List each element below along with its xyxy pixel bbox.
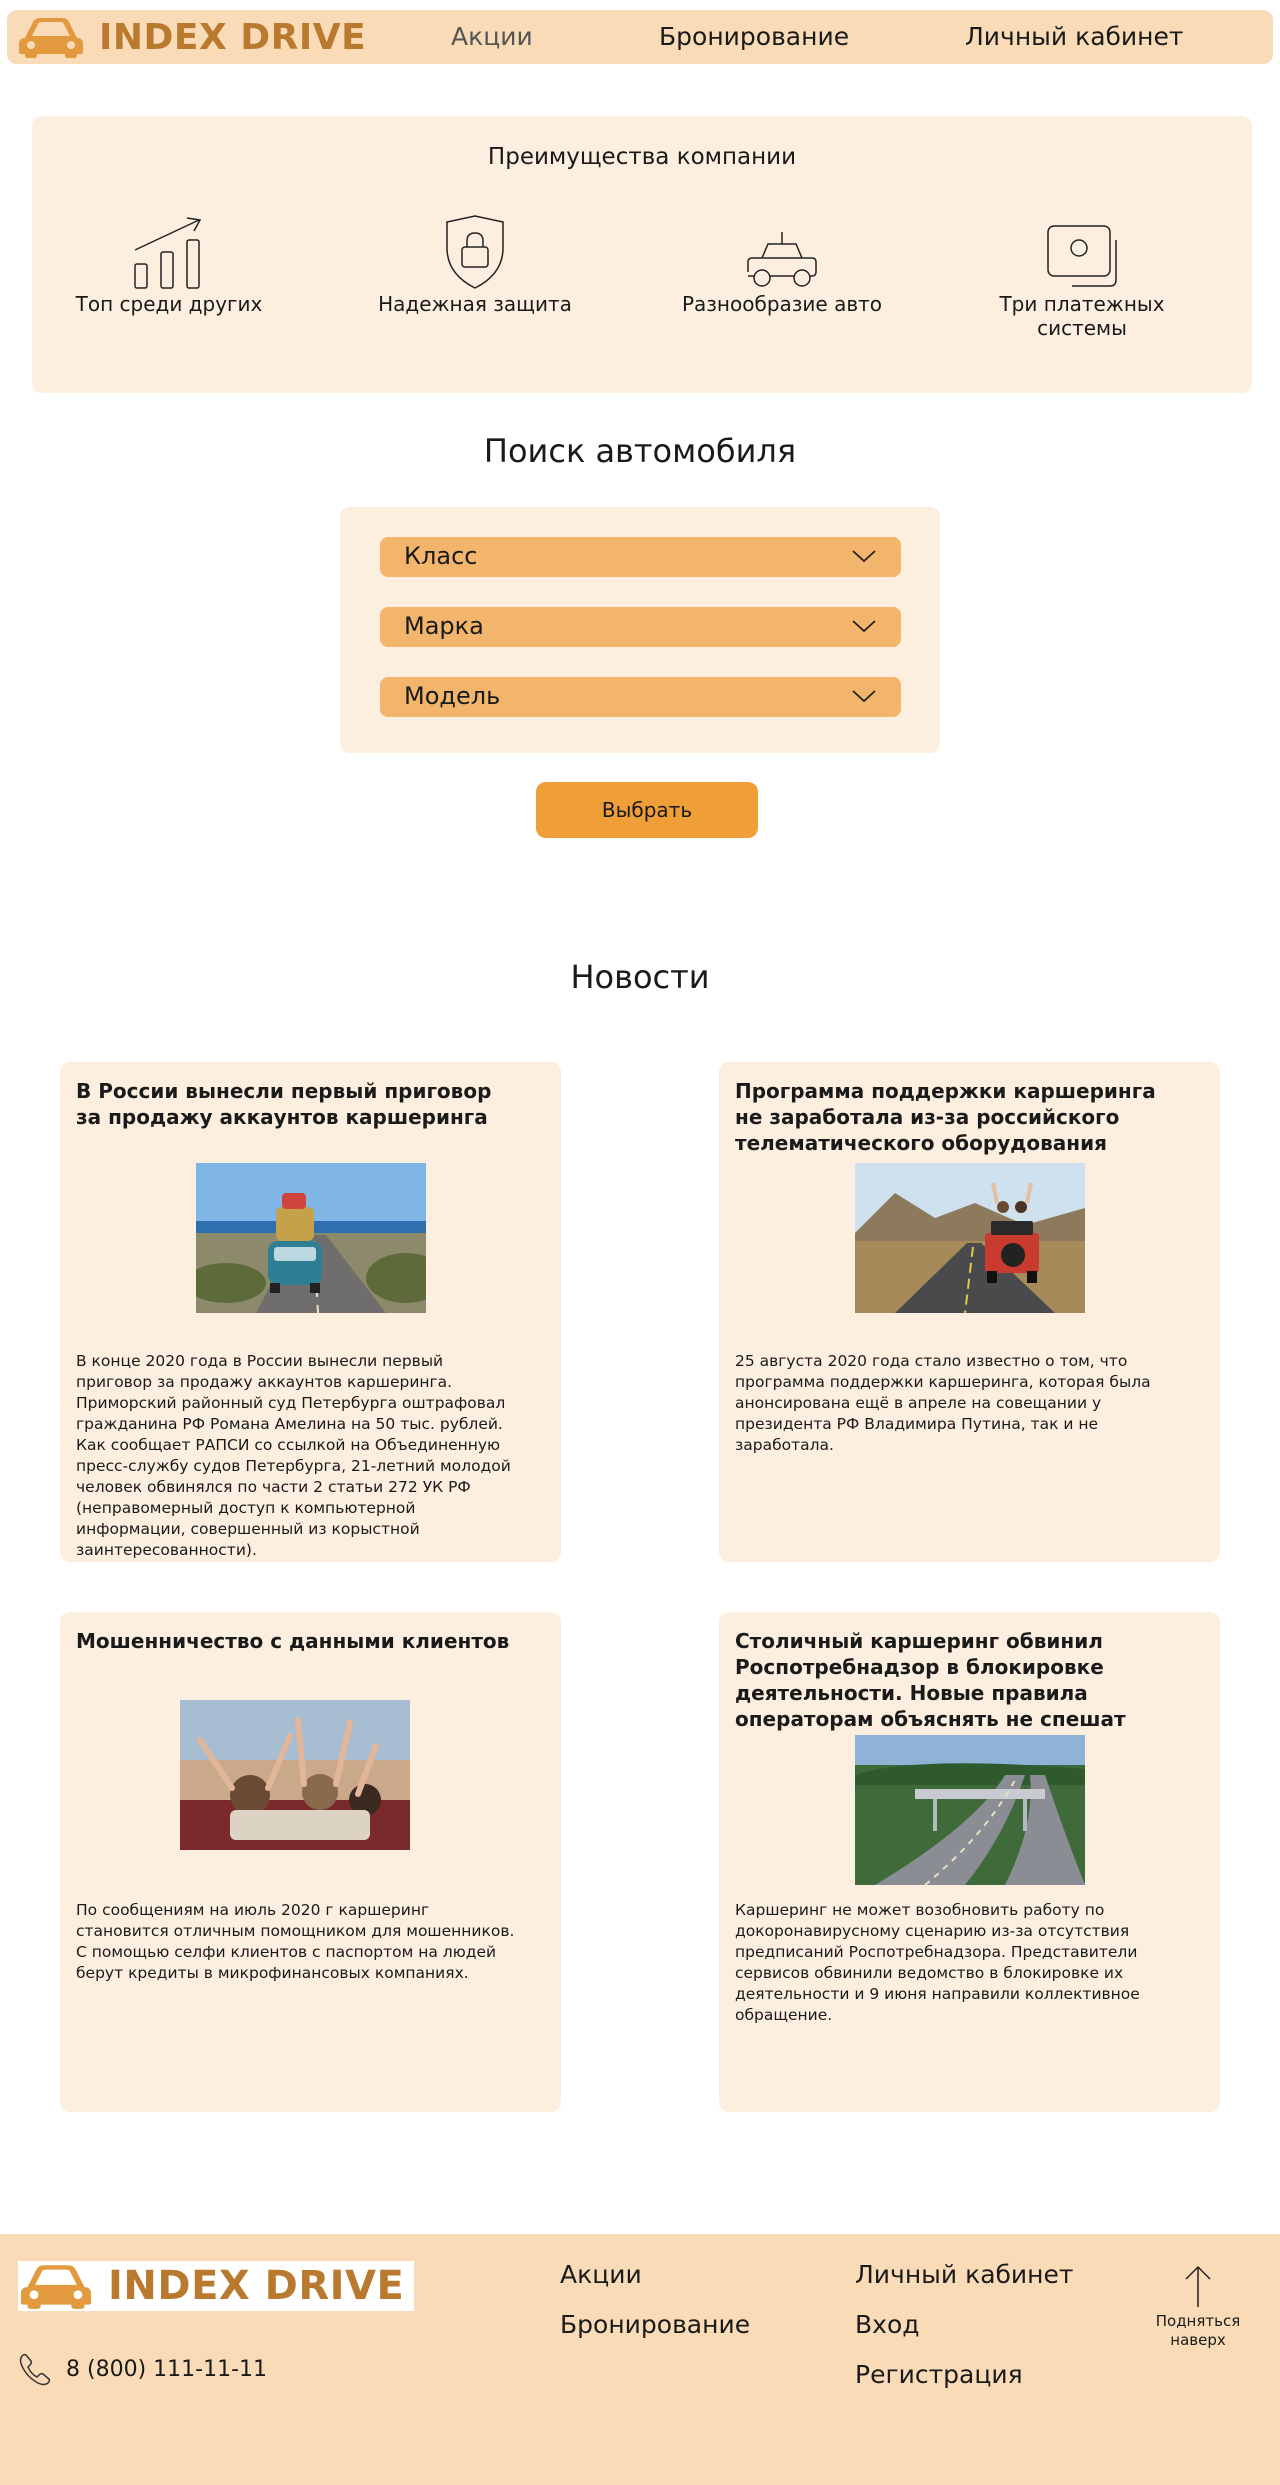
news-card-image bbox=[855, 1735, 1085, 1885]
header-logo[interactable]: INDEX DRIVE bbox=[17, 16, 366, 58]
car-icon bbox=[747, 232, 817, 287]
news-card-text: Каршеринг не может возобновить работу по… bbox=[735, 1900, 1175, 2026]
footer-phone-number: 8 (800) 111-11-11 bbox=[66, 2356, 267, 2382]
advantage-label: Топ среди других bbox=[75, 292, 263, 316]
choose-button[interactable]: Выбрать bbox=[536, 782, 758, 838]
footer-link-account[interactable]: Личный кабинет bbox=[855, 2260, 1073, 2289]
footer-link-register[interactable]: Регистрация bbox=[855, 2360, 1023, 2389]
news-card-paragraph: С помощью селфи клиентов с паспортом на … bbox=[76, 1943, 497, 1982]
chevron-down-icon bbox=[852, 620, 876, 633]
news-card-text: В конце 2020 года в России вынесли первы… bbox=[76, 1351, 516, 1561]
arrow-up-icon bbox=[1185, 2265, 1211, 2307]
select-model[interactable]: Модель bbox=[380, 677, 901, 717]
select-class-value: Класс bbox=[404, 542, 478, 570]
advantages-title: Преимущества компании bbox=[487, 144, 797, 170]
select-brand-value: Марка bbox=[404, 612, 484, 640]
nav-booking[interactable]: Бронирование bbox=[659, 22, 849, 51]
news-card[interactable]: В России вынесли первый приговор за прод… bbox=[60, 1062, 561, 1562]
news-card-text: По сообщениям на июль 2020 г каршеринг с… bbox=[76, 1900, 516, 1984]
nav-promotions[interactable]: Акции bbox=[451, 22, 533, 51]
news-card-image bbox=[855, 1163, 1085, 1313]
footer-phone[interactable]: 8 (800) 111-11-11 bbox=[18, 2352, 267, 2386]
news-card[interactable]: Мошенничество с данными клиентов По сооб… bbox=[60, 1612, 561, 2112]
news-card-paragraph: По сообщениям на июль 2020 г каршеринг с… bbox=[76, 1901, 515, 1940]
news-card-image bbox=[196, 1163, 426, 1313]
car-logo-icon bbox=[20, 2265, 92, 2309]
search-panel: Класс Марка Модель bbox=[340, 507, 940, 753]
chevron-down-icon bbox=[852, 550, 876, 563]
phone-icon bbox=[19, 2353, 51, 2386]
advantage-item-top: Топ среди других bbox=[39, 214, 299, 316]
footer-brand-name: INDEX DRIVE bbox=[108, 2263, 405, 2309]
news-card-text: 25 августа 2020 года стало известно о то… bbox=[735, 1351, 1175, 1456]
scroll-up-button[interactable]: Подняться наверх bbox=[1153, 2264, 1243, 2350]
advantages-section: Преимущества компании Топ среди других Н… bbox=[32, 116, 1252, 393]
news-card-image bbox=[180, 1700, 410, 1850]
news-card-title[interactable]: Мошенничество с данными клиентов bbox=[76, 1628, 516, 1654]
payment-card-icon bbox=[1047, 225, 1117, 287]
select-model-value: Модель bbox=[404, 682, 501, 710]
footer-link-login[interactable]: Вход bbox=[855, 2310, 920, 2339]
header-bar: INDEX DRIVE Акции Бронирование Личный ка… bbox=[7, 10, 1273, 64]
shield-lock-icon bbox=[446, 215, 504, 289]
news-card-title[interactable]: Программа поддержки каршеринга не зарабо… bbox=[735, 1078, 1175, 1156]
select-brand[interactable]: Марка bbox=[380, 607, 901, 647]
footer-logo[interactable]: INDEX DRIVE bbox=[18, 2261, 415, 2311]
news-card-paragraph: 25 августа 2020 года стало известно о то… bbox=[735, 1352, 1151, 1454]
chevron-down-icon bbox=[852, 690, 876, 703]
advantage-item-variety: Разнообразие авто bbox=[652, 214, 912, 316]
search-title: Поиск автомобиля bbox=[483, 432, 797, 470]
advantage-label: Три платежных системы bbox=[999, 292, 1165, 340]
news-card-paragraph: Каршеринг не может возобновить работу по… bbox=[735, 1901, 1140, 2024]
news-card[interactable]: Программа поддержки каршеринга не зарабо… bbox=[719, 1062, 1220, 1562]
news-card-paragraph: Как сообщает РАПСИ со ссылкой на Объедин… bbox=[76, 1436, 511, 1559]
select-class[interactable]: Класс bbox=[380, 537, 901, 577]
growth-chart-icon bbox=[134, 217, 202, 289]
news-card-paragraph: В конце 2020 года в России вынесли первы… bbox=[76, 1352, 506, 1433]
news-card-title[interactable]: Столичный каршеринг обвинил Роспотребнад… bbox=[735, 1628, 1175, 1732]
advantage-item-payments: Три платежных системы bbox=[952, 214, 1212, 340]
scroll-up-label: Подняться наверх bbox=[1155, 2312, 1241, 2349]
news-title: Новости bbox=[570, 958, 710, 996]
news-card-title[interactable]: В России вынесли первый приговор за прод… bbox=[76, 1078, 516, 1130]
footer-link-promotions[interactable]: Акции bbox=[560, 2260, 642, 2289]
footer-link-booking[interactable]: Бронирование bbox=[560, 2310, 750, 2339]
nav-account[interactable]: Личный кабинет bbox=[965, 22, 1183, 51]
advantage-item-protection: Надежная защита bbox=[345, 214, 605, 316]
brand-name: INDEX DRIVE bbox=[99, 16, 367, 58]
news-card[interactable]: Столичный каршеринг обвинил Роспотребнад… bbox=[719, 1612, 1220, 2112]
footer: INDEX DRIVE Акции Бронирование Личный ка… bbox=[0, 2234, 1280, 2485]
advantage-label: Надежная защита bbox=[378, 292, 572, 316]
car-logo-icon bbox=[19, 18, 83, 58]
advantage-label: Разнообразие авто bbox=[681, 292, 882, 316]
